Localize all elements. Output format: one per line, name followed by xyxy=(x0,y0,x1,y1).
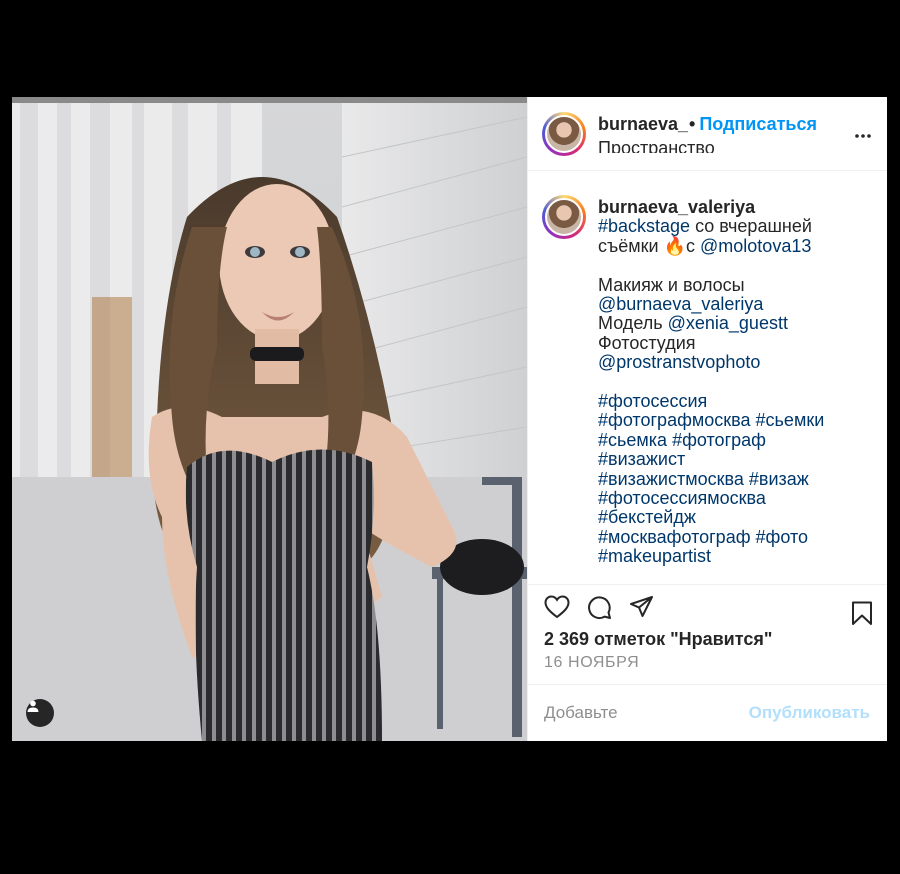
hashtag-line: #фотосессиямосква xyxy=(598,488,824,508)
caption-line: Фотостудия xyxy=(598,332,696,353)
header-username[interactable]: burnaeva_valeriya xyxy=(598,114,688,135)
more-icon xyxy=(855,134,871,138)
comment-button[interactable] xyxy=(587,595,612,620)
hashtag-link[interactable]: #фотограф xyxy=(672,430,766,450)
hashtag-link[interactable]: #сьемки xyxy=(756,410,825,430)
hashtag-link[interactable]: #москвафотограф xyxy=(598,527,751,547)
fire-emoji: 🔥 xyxy=(663,235,686,256)
caption-line: съёмки 🔥с @molotova13 xyxy=(598,235,824,256)
hashtag-link[interactable]: #фотографмосква xyxy=(598,410,751,430)
like-button[interactable] xyxy=(544,595,570,619)
action-bar xyxy=(528,585,887,629)
caption-line: #backstage со вчерашней xyxy=(598,217,824,236)
mention-link[interactable]: @prostranstvophoto xyxy=(598,352,760,372)
comment-input[interactable] xyxy=(544,703,724,723)
post-header: burnaeva_valeriya • Подписаться Простран… xyxy=(528,97,887,171)
avatar[interactable] xyxy=(542,111,586,156)
hashtag-link[interactable]: #визажистмосква xyxy=(598,469,744,489)
caption-text: burnaeva_valeriya #backstage со вчерашне… xyxy=(598,195,824,584)
caption-text-span: Модель xyxy=(598,313,668,334)
location-link[interactable]: Пространство xyxy=(598,137,838,153)
share-icon xyxy=(630,596,653,617)
bookmark-icon xyxy=(852,601,872,625)
caption-area: burnaeva_valeriya #backstage со вчерашне… xyxy=(528,171,887,585)
hashtag-line: #makeupartist xyxy=(598,547,824,566)
hashtag-line: #визажист xyxy=(598,450,824,469)
caption-line: @burnaeva_valeriya xyxy=(598,294,824,314)
hashtag-link[interactable]: #визаж xyxy=(749,469,809,489)
mention-link[interactable]: @molotova13 xyxy=(700,236,811,256)
photo-illustration xyxy=(12,97,527,741)
share-button[interactable] xyxy=(629,595,654,619)
post-photo[interactable] xyxy=(12,97,527,741)
hashtag-link[interactable]: #фото xyxy=(756,527,809,547)
hashtag-link[interactable]: #сьемка xyxy=(598,430,667,450)
post-side-panel: burnaeva_valeriya • Подписаться Простран… xyxy=(527,97,887,741)
post-date[interactable]: 16 НОЯБРЯ xyxy=(528,653,887,685)
save-button[interactable] xyxy=(851,601,873,631)
hashtag-line: #бекстейдж xyxy=(598,508,824,527)
mention-link[interactable]: @burnaeva_valeriya xyxy=(598,294,763,314)
hashtag-link[interactable]: #backstage xyxy=(598,216,690,236)
hashtag-link[interactable]: #фотосессиямосква xyxy=(598,488,766,508)
hashtag-link[interactable]: #визажист xyxy=(598,449,685,469)
caption-line: Модель @xenia_guestt xyxy=(598,314,824,333)
hashtag-link[interactable]: #makeupartist xyxy=(598,546,711,566)
hashtag-link[interactable]: #фотосессия xyxy=(598,391,707,411)
caption-username[interactable]: burnaeva_valeriya xyxy=(598,197,824,217)
caption-avatar[interactable] xyxy=(542,195,586,239)
user-tag-button[interactable] xyxy=(26,699,54,727)
publish-button[interactable]: Опубликовать xyxy=(749,703,870,723)
caption-text-span: со вчерашней xyxy=(690,216,812,237)
follow-button[interactable]: Подписаться xyxy=(699,114,817,135)
more-options-button[interactable] xyxy=(855,125,871,143)
caption-line: @prostranstvophoto xyxy=(598,353,824,372)
hashtag-link[interactable]: #бекстейдж xyxy=(598,507,696,527)
comment-form: Опубликовать xyxy=(528,685,887,741)
header-line: burnaeva_valeriya • Подписаться xyxy=(598,114,838,135)
comment-icon xyxy=(588,595,611,619)
caption-text-span: съёмки xyxy=(598,235,664,256)
header-text: burnaeva_valeriya • Подписаться Простран… xyxy=(598,114,838,153)
likes-count[interactable]: 2 369 отметок "Нравится" xyxy=(528,629,887,653)
hashtag-line: #фотографмосква #сьемки xyxy=(598,411,824,430)
mention-link[interactable]: @xenia_guestt xyxy=(668,313,788,333)
caption-line: Макияж и волосы xyxy=(598,274,745,295)
caption-text-span: с xyxy=(686,235,701,256)
heart-icon xyxy=(544,595,570,619)
separator-dot: • xyxy=(689,114,696,134)
hashtag-line: #москвафотограф #фото xyxy=(598,527,824,547)
hashtag-line: #фотосессия xyxy=(598,391,824,411)
hashtag-line: #сьемка #фотограф xyxy=(598,430,824,450)
hashtag-line: #визажистмосква #визаж xyxy=(598,469,824,489)
user-tag-icon xyxy=(27,700,39,712)
instagram-post: burnaeva_valeriya • Подписаться Простран… xyxy=(12,97,887,741)
